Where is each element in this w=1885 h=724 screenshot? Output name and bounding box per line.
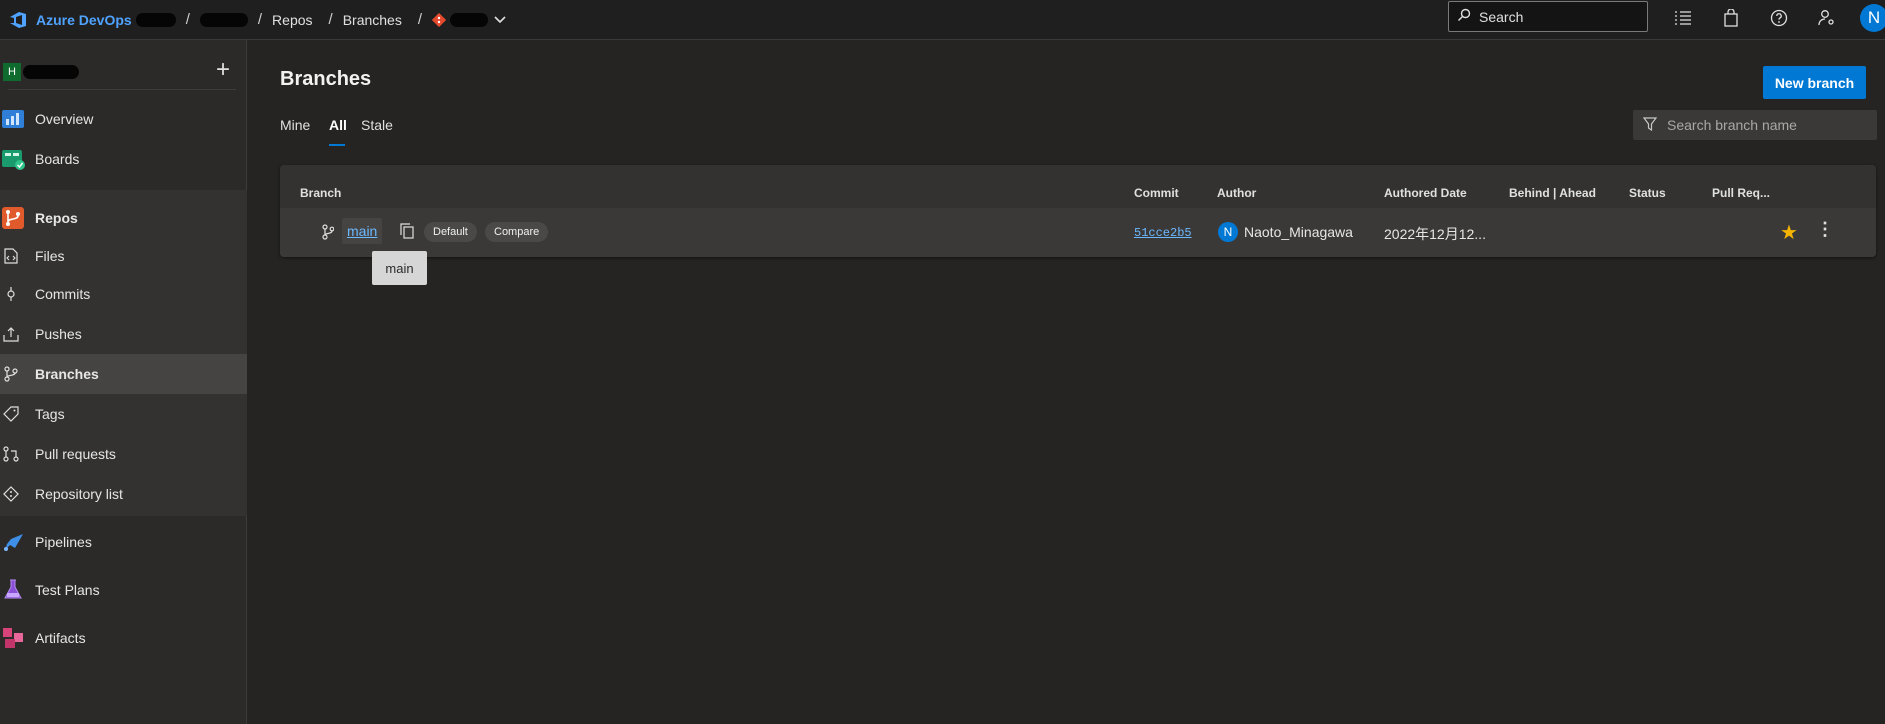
breadcrumb-separator: / [185,11,190,28]
table-row[interactable]: main Default Compare 51cce2b5 N Naoto_Mi… [280,208,1876,257]
commit-link[interactable]: 51cce2b5 [1134,226,1192,240]
nav-tags[interactable]: Tags [0,394,247,434]
test-plans-icon [0,577,26,603]
nav-label: Overview [35,111,94,127]
new-branch-button[interactable]: New branch [1763,66,1866,99]
nav-artifacts[interactable]: Artifacts [0,618,247,658]
page-title: Branches [280,68,372,90]
breadcrumb-separator: / [257,11,263,28]
boards-icon [0,146,26,172]
redacted-org [135,12,176,27]
task-list-icon[interactable] [1672,7,1694,29]
repos-icon [0,205,26,231]
push-icon [3,326,19,342]
add-icon[interactable]: + [213,58,233,82]
nav-label: Commits [35,286,91,302]
nav-overview[interactable]: Overview [0,99,247,139]
redacted-repo-name[interactable] [450,12,489,27]
nav-label: Repos [35,210,78,226]
pipelines-icon [0,529,26,555]
branch-tooltip: main [372,251,427,285]
authored-date: 2022年12月12... [1384,226,1486,242]
breadcrumb-separator: / [328,11,333,28]
author-name: Naoto_Minagawa [1244,224,1353,240]
search-box[interactable]: Search [1448,1,1648,32]
pull-request-icon [3,446,19,462]
left-navigation: H + Overview Boards Repos Files Commits [0,40,247,724]
user-settings-icon[interactable] [1816,7,1838,29]
nav-repository-list[interactable]: Repository list [0,474,247,514]
default-badge: Default [424,222,477,242]
project-badge: H [3,63,21,81]
tab-selected-indicator [329,144,345,146]
nav-label: Boards [35,151,80,167]
artifacts-icon [0,625,26,651]
author-avatar: N [1218,222,1238,242]
column-header-commit[interactable]: Commit [1134,186,1179,200]
nav-test-plans[interactable]: Test Plans [0,570,247,610]
overview-icon [0,106,26,132]
nav-label: Pipelines [35,534,92,550]
column-header-authored-date[interactable]: Authored Date [1384,186,1467,200]
divider [8,89,236,90]
nav-pushes[interactable]: Pushes [0,314,247,354]
repository-list-icon [3,486,19,502]
copy-icon[interactable] [400,223,414,242]
git-repo-icon [431,12,447,27]
user-avatar[interactable]: N [1860,4,1885,32]
column-header-pull-request[interactable]: Pull Req... [1712,186,1770,200]
column-header-author[interactable]: Author [1217,186,1256,200]
nav-branches[interactable]: Branches [0,354,247,394]
breadcrumb-separator: / [417,11,423,28]
branch-icon [322,224,335,243]
nav-label: Files [35,248,65,264]
nav-repos[interactable]: Repos [0,198,247,238]
nav-label: Pushes [35,326,82,342]
filter-placeholder: Search branch name [1667,117,1797,133]
nav-commits[interactable]: Commits [0,274,247,314]
search-icon [1457,8,1471,25]
branch-filter-input[interactable]: Search branch name [1633,110,1877,140]
nav-boards[interactable]: Boards [0,139,247,179]
redacted-project-name [23,65,79,79]
more-actions-icon[interactable]: ⋮ [1816,219,1834,240]
brand-link[interactable]: Azure DevOps [36,12,132,28]
commit-icon [3,286,19,302]
tab-mine[interactable]: Mine [280,117,310,133]
column-header-status[interactable]: Status [1629,186,1666,200]
compare-button[interactable]: Compare [485,222,549,242]
nav-label: Pull requests [35,446,116,462]
help-icon[interactable] [1768,7,1790,29]
nav-pull-requests[interactable]: Pull requests [0,434,247,474]
file-icon [3,248,19,264]
nav-label: Test Plans [35,582,100,598]
main-content: Branches New branch Mine All Stale Searc… [248,40,1885,724]
tab-all[interactable]: All [329,117,347,133]
tag-icon [3,406,19,422]
column-header-branch[interactable]: Branch [300,186,341,200]
nav-label: Artifacts [35,630,86,646]
search-label: Search [1479,8,1524,25]
breadcrumb-repos[interactable]: Repos [272,12,312,28]
azure-devops-logo-icon[interactable] [8,10,28,30]
top-bar: Azure DevOps / / Repos / Branches / Sear… [0,0,1885,40]
breadcrumb-branches[interactable]: Branches [343,12,402,28]
marketplace-bag-icon[interactable] [1720,7,1742,29]
filter-icon [1642,116,1658,134]
branch-name-link[interactable]: main [342,218,383,244]
redacted-project[interactable] [199,12,248,27]
column-header-behind-ahead[interactable]: Behind | Ahead [1509,186,1596,200]
nav-pipelines[interactable]: Pipelines [0,522,247,562]
nav-label: Tags [35,406,65,422]
tab-stale[interactable]: Stale [361,117,393,133]
project-switcher[interactable]: H + [0,52,247,92]
nav-label: Branches [35,366,99,382]
nav-label: Repository list [35,486,123,502]
chevron-down-icon[interactable] [494,13,506,27]
nav-files[interactable]: Files [0,238,247,274]
branches-table: Branch Commit Author Authored Date Behin… [280,165,1876,257]
favorite-star-icon[interactable]: ★ [1780,220,1798,245]
branch-icon [3,366,19,382]
